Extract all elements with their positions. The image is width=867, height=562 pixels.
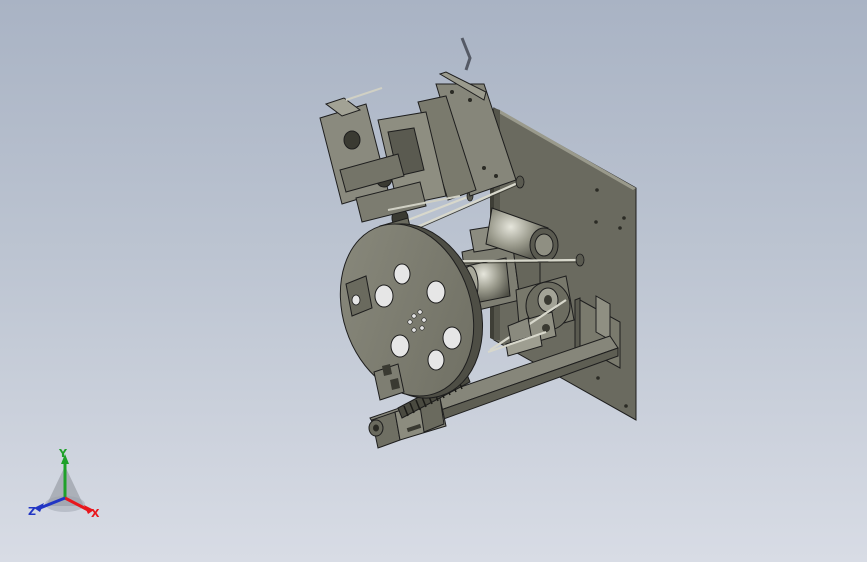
upper-frame [377, 71, 517, 207]
axis-triad: Y X Z [22, 448, 108, 524]
y-axis-label: Y [59, 447, 67, 460]
cad-model-assembly[interactable] [0, 0, 867, 562]
z-axis-label: Z [28, 505, 36, 518]
graphics-viewport[interactable]: Y X Z [0, 0, 867, 562]
cable-shadow [460, 37, 472, 71]
x-axis-label: X [91, 507, 100, 520]
